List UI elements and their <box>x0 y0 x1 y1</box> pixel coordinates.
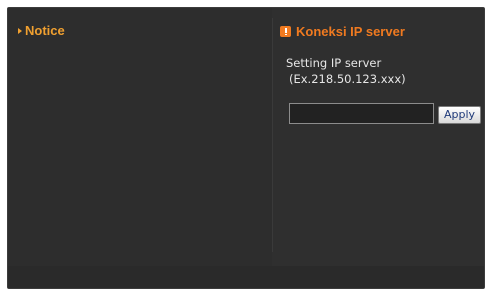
notice-heading: Notice <box>18 23 65 38</box>
ip-server-input[interactable] <box>289 103 434 124</box>
setting-ip-label: Setting IP server <box>286 56 382 70</box>
section-title: Koneksi IP server <box>280 24 405 39</box>
panel-divider <box>272 18 273 252</box>
notice-label: Notice <box>25 23 65 38</box>
section-title-label: Koneksi IP server <box>296 24 405 39</box>
info-icon <box>280 26 291 37</box>
apply-button[interactable]: Apply <box>438 106 481 124</box>
notice-panel: Notice <box>8 8 272 266</box>
bottom-strip <box>8 266 484 288</box>
chevron-right-icon <box>18 27 22 34</box>
ip-server-panel: Notice Koneksi IP server Setting IP serv… <box>7 7 485 289</box>
example-ip-label: (Ex.218.50.123.xxx) <box>289 72 406 86</box>
